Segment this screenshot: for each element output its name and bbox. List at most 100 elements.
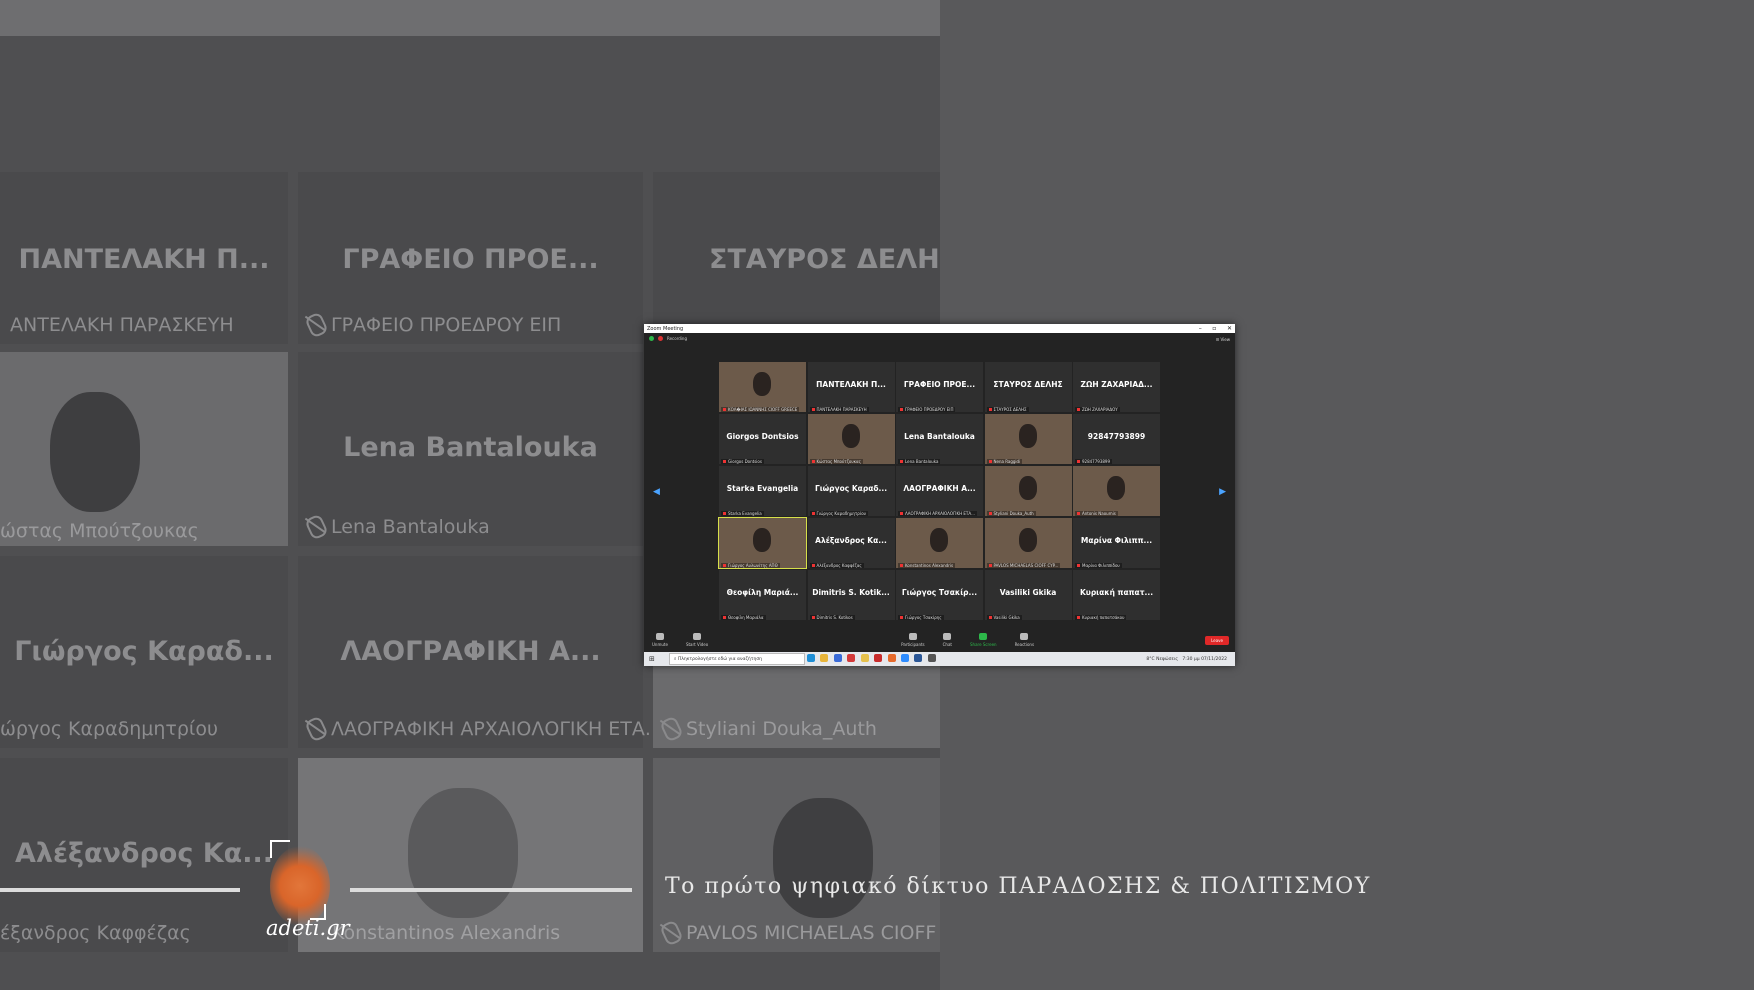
participant-tile[interactable]: ΓΡΑΦΕΙΟ ΠΡΟΕ... ΓΡΑΦΕΙΟ ΠΡΟΕΔΡΟΥ ΕΙΠ <box>896 362 983 412</box>
chat-button[interactable]: Chat <box>943 633 952 647</box>
bg-tile-name: ΓΡΑΦΕΙΟ ΠΡΟΕ... <box>342 244 599 275</box>
bg-tile-label-text: ώργος Καραδημητρίου <box>0 718 218 740</box>
participant-name: Γιώργος Καραδ... <box>814 484 888 493</box>
logo-text: adeti.gr <box>266 916 350 940</box>
edge-icon[interactable] <box>806 654 815 662</box>
participant-label: ΣΤΑΥΡΟΣ ΔΕΛΗΣ <box>986 407 1029 412</box>
participant-tile[interactable]: Κυριακή παπατ... Κυριακή παπατσάκου <box>1073 570 1160 620</box>
mail-icon[interactable] <box>847 654 856 662</box>
participant-name: Vasiliki Gkika <box>999 588 1057 597</box>
weather-widget[interactable]: 8°C Νεφώσεις <box>1146 657 1178 662</box>
participant-label: Giorgos Dontsios <box>721 459 764 464</box>
taskbar-search-input[interactable]: ⌕ Πληκτρολογήστε εδώ για αναζήτηση <box>668 653 805 665</box>
close-icon[interactable]: ✕ <box>1227 325 1232 332</box>
participant-tile[interactable]: Lena Bantalouka Lena Bantalouka <box>896 414 983 464</box>
adeti-logo: adeti.gr <box>262 836 350 952</box>
participant-label: Styliani Douka_Auth <box>986 511 1036 516</box>
zoom-app-icon[interactable] <box>900 654 909 662</box>
meeting-toolbar: Unmute Start Video Participants Chat Sha… <box>644 629 1235 651</box>
participant-name: ΛΑΟΓΡΑΦΙΚΗ Α... <box>903 484 976 493</box>
participant-tile[interactable]: Styliani Douka_Auth <box>984 466 1072 516</box>
participant-name: Starka Evangelia <box>726 484 799 493</box>
participant-tile[interactable]: ΚΟΛ�ΙΑΣ ΙΩΑΝΝΗΣ CIOFF GREECE <box>719 362 806 412</box>
participant-tile[interactable]: Antonis Naoumis <box>1073 466 1160 516</box>
bg-tile-label-text: Konstantinos Alexandris <box>332 922 561 944</box>
reactions-button[interactable]: Reactions <box>1015 633 1034 647</box>
minimize-icon[interactable]: – <box>1199 325 1202 332</box>
mic-muted-icon <box>659 919 684 947</box>
word-icon[interactable] <box>914 654 923 662</box>
acrobat-icon[interactable] <box>874 654 883 662</box>
chat-label: Chat <box>942 642 952 647</box>
video-camera-icon <box>693 633 702 640</box>
zoom-window: Zoom Meeting – ▫ ✕ Recording ☰ View ◀ ▶ … <box>644 324 1235 666</box>
participants-icon <box>908 633 917 640</box>
app-icon[interactable] <box>927 654 936 662</box>
participant-video <box>841 424 860 448</box>
store-icon[interactable] <box>833 654 842 662</box>
bg-tile: ΓΡΑΦΕΙΟ ΠΡΟΕ... ΓΡΑΦΕΙΟ ΠΡΟΕΔΡΟΥ ΕΙΠ <box>298 172 643 344</box>
participant-label: Γιώργος Αυλωνίτης ΑΠΘ <box>721 563 780 568</box>
recording-icon[interactable] <box>658 335 663 341</box>
participant-tile[interactable]: ΛΑΟΓΡΑΦΙΚΗ Α... ΛΑΟΓΡΑΦΙΚΗ ΑΡΧΑΙΟΛΟΓΙΚΗ Ε… <box>896 466 983 516</box>
firefox-icon[interactable] <box>887 654 896 662</box>
participant-tile[interactable]: Κώστας Μπούτζουκας <box>807 414 895 464</box>
participant-label: ΖΩΗ ΖΑΧΑΡΙΑΔΟΥ <box>1075 407 1120 412</box>
participant-tile[interactable]: PAVLOS MICHAELAS CIOFF CYP... <box>984 518 1072 568</box>
view-button[interactable]: ☰ View <box>1216 337 1230 342</box>
clock-date[interactable]: 07/11/2022 <box>1201 657 1227 662</box>
participant-tile[interactable]: Γιώργος Αυλωνίτης ΑΠΘ <box>718 517 807 569</box>
participant-label: ΚΟΛ�ΙΑΣ ΙΩΑΝΝΗΣ CIOFF GREECE <box>721 407 800 412</box>
bg-tile-label-text: ΓΡΑΦΕΙΟ ΠΡΟΕΔΡΟΥ ΕΙΠ <box>331 314 562 336</box>
leave-button[interactable]: Leave <box>1205 636 1229 645</box>
bg-tile-label: ώστας Μπούτζουκας <box>0 520 199 542</box>
participant-label: Lena Bantalouka <box>898 459 941 464</box>
next-page-icon[interactable]: ▶ <box>1219 487 1226 497</box>
participant-tile[interactable]: Konstantinos Alexandris <box>896 518 983 568</box>
participant-tile[interactable]: 92847793899 92847793899 <box>1073 414 1160 464</box>
participant-name: 92847793899 <box>1087 432 1146 441</box>
participant-name: Γιώργος Τσακίρ... <box>901 588 978 597</box>
share-screen-label: Share Screen <box>970 642 997 647</box>
participant-label: Κυριακή παπατσάκου <box>1075 615 1127 620</box>
clock-time[interactable]: 7:30 μμ <box>1182 657 1199 662</box>
participant-tile[interactable]: ΣΤΑΥΡΟΣ ΔΕΛΗΣ ΣΤΑΥΡΟΣ ΔΕΛΗΣ <box>984 362 1072 412</box>
participant-tile[interactable]: Dimitris S. Kotik... Dimitris S. Kotikos <box>807 570 895 620</box>
participant-tile[interactable]: ΖΩΗ ΖΑΧΑΡΙΑΔ... ΖΩΗ ΖΑΧΑΡΙΑΔΟΥ <box>1073 362 1160 412</box>
system-tray: 8°C Νεφώσεις 7:30 μμ 07/11/2022 <box>1146 657 1235 662</box>
decorative-line-left <box>0 888 240 892</box>
bg-video-tile: PAVLOS MICHAELAS CIOFF C <box>653 758 940 952</box>
participant-tile[interactable]: Μαρίνα Φιλιππ... Μαρίνα Φιλιππίδου <box>1073 518 1160 568</box>
bg-tile-label-text: PAVLOS MICHAELAS CIOFF C <box>686 922 940 944</box>
participant-tile[interactable]: Starka Evangelia Starka Evangelia <box>719 466 806 516</box>
participant-video <box>1018 476 1037 500</box>
participant-name: ΓΡΑΦΕΙΟ ΠΡΟΕ... <box>903 380 976 389</box>
shield-icon[interactable] <box>649 335 654 341</box>
participant-tile[interactable]: Giorgos Dontsios Giorgos Dontsios <box>719 414 806 464</box>
chrome-icon[interactable] <box>820 654 829 662</box>
participant-tile[interactable]: ΠΑΝΤΕΛΑΚΗ Π... ΠΑΝΤΕΛΑΚΗ ΠΑΡΑΣΚΕΥΗ <box>807 362 895 412</box>
maximize-icon[interactable]: ▫ <box>1212 325 1216 332</box>
bg-tile-label: Lena Bantalouka <box>304 513 490 541</box>
bg-tile-label: Styliani Douka_Auth <box>659 715 877 743</box>
windows-start-icon[interactable]: ⊞ <box>649 655 655 663</box>
share-screen-button[interactable]: Share Screen <box>970 633 997 647</box>
participant-tile[interactable]: Nena Raggidi <box>984 414 1072 464</box>
bg-tile: Αλέξανδρος Κα... έξανδρος Καφφέζας <box>0 758 288 952</box>
participant-tile[interactable]: Αλέξανδρος Κα... Αλέξανδρος Καφφέζας <box>807 518 895 568</box>
participant-tile[interactable]: Γιώργος Τσακίρ... Γιώργος Τσακίρης <box>896 570 983 620</box>
folder-icon[interactable] <box>860 654 869 662</box>
participant-tile[interactable]: Θεοφίλη Μαριά... Θεοφίλη Μαριάλα <box>719 570 806 620</box>
participant-tile[interactable]: Vasiliki Gkika Vasiliki Gkika <box>984 570 1072 620</box>
prev-page-icon[interactable]: ◀ <box>653 487 660 497</box>
participants-button[interactable]: Participants <box>901 633 925 647</box>
participant-label: ΛΑΟΓΡΑΦΙΚΗ ΑΡΧΑΙΟΛΟΓΙΚΗ ΕΤΑ... <box>898 511 977 516</box>
participant-label: Nena Raggidi <box>986 459 1023 464</box>
bg-tile: Lena Bantalouka Lena Bantalouka <box>298 352 643 546</box>
participant-video <box>930 528 948 552</box>
start-video-button[interactable]: Start Video <box>686 633 708 647</box>
bg-tile-label-text: Styliani Douka_Auth <box>686 718 877 740</box>
participant-tile[interactable]: Γιώργος Καραδ... Γιώργος Καραδημητρίου <box>807 466 895 516</box>
participant-label: Vasiliki Gkika <box>986 615 1022 620</box>
unmute-button[interactable]: Unmute <box>652 633 668 647</box>
